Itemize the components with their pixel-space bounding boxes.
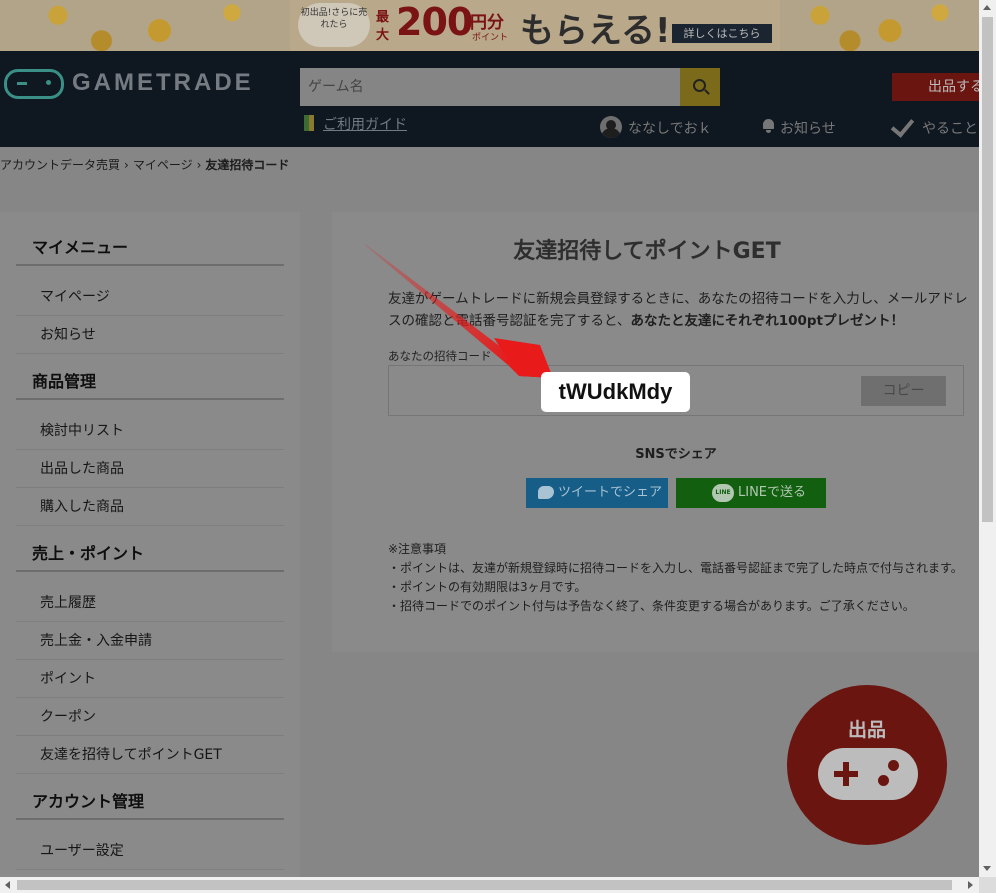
dpad-shape <box>834 762 858 786</box>
search-button[interactable] <box>680 68 720 106</box>
promo-banner[interactable]: 初出品!さらに売れたら 最 大 200 円分 ポイント もらえる! 詳しくはこち… <box>0 0 979 51</box>
gamepad-button-shape <box>888 760 899 771</box>
user-name-link[interactable]: ななしでおｋ <box>628 118 712 138</box>
scroll-right-arrow-icon[interactable] <box>968 881 973 889</box>
breadcrumb-mypage[interactable]: マイページ <box>133 158 193 172</box>
banner-point-word: ポイント <box>472 33 509 43</box>
twitter-bird-icon <box>538 486 554 499</box>
gamepad-logo-icon[interactable] <box>4 69 64 99</box>
horizontal-scroll-thumb[interactable] <box>17 880 952 890</box>
floating-sell-label: 出品 <box>847 719 886 741</box>
banner-max: 最 <box>376 10 390 25</box>
banner-headline: もらえる! <box>520 11 671 51</box>
invite-card: 友達招待してポイントGET 友達がゲームトレードに新規会員登録するときに、あなた… <box>332 212 979 652</box>
scroll-down-arrow-icon[interactable] <box>983 866 991 871</box>
scroll-left-arrow-icon[interactable] <box>5 881 10 889</box>
invite-description: 友達がゲームトレードに新規会員登録するときに、あなたの招待コードを入力し、メール… <box>388 288 970 332</box>
notes-title: ※注意事項 <box>388 542 447 556</box>
note-item: ・ポイントの有効期限は3ヶ月です。 <box>388 580 587 594</box>
sidebar-item-mypage[interactable]: マイページ <box>16 278 284 316</box>
sidebar-item-withdrawal[interactable]: 売上金・入金申請 <box>16 622 284 660</box>
usage-guide-link[interactable]: ご利用ガイド <box>323 114 407 134</box>
sidebar-item-purchased[interactable]: 購入した商品 <box>16 488 284 526</box>
sidebar-section-title: アカウント管理 <box>16 784 284 820</box>
sidebar-item-sales-history[interactable]: 売上履歴 <box>16 584 284 622</box>
beginner-mark-icon <box>304 115 314 131</box>
sell-button[interactable]: 出品する <box>892 73 979 101</box>
breadcrumb-current: 友達招待コード <box>205 158 290 172</box>
breadcrumb-separator: › <box>124 158 129 172</box>
breadcrumb-separator: › <box>196 158 202 172</box>
sidebar-item-listed[interactable]: 出品した商品 <box>16 450 284 488</box>
sidebar-item-notices[interactable]: お知らせ <box>16 316 284 354</box>
page: 初出品!さらに売れたら 最 大 200 円分 ポイント もらえる! 詳しくはこち… <box>0 0 979 877</box>
scroll-up-arrow-icon[interactable] <box>983 5 991 10</box>
sidebar-item-watchlist[interactable]: 検討中リスト <box>16 412 284 450</box>
tweet-share-label: ツイートでシェア <box>558 485 663 500</box>
search-input[interactable] <box>300 68 680 106</box>
note-item: ・招待コードでのポイント付与は予告なく終了、条件変更する場合があります。ご了承く… <box>388 599 915 613</box>
sidebar-section-title: 売上・ポイント <box>16 536 284 572</box>
todo-link[interactable]: やること <box>922 118 978 138</box>
invite-code-label: あなたの招待コード <box>388 349 492 363</box>
line-icon: LINE <box>712 484 734 502</box>
notes-block: ※注意事項 ・ポイントは、友達が新規登録時に招待コードを入力し、電話番号認証まで… <box>388 540 963 616</box>
banner-big: 大 <box>376 28 390 43</box>
banner-details-link[interactable]: 詳しくはこちら <box>672 24 772 43</box>
avatar[interactable] <box>600 116 622 138</box>
invite-description-bold: あなたと友達にそれぞれ100ptプレゼント！ <box>630 313 904 329</box>
sidebar-item-invite-friends[interactable]: 友達を招待してポイントGET <box>16 736 284 774</box>
line-send-button[interactable]: LINE LINEで送る <box>676 478 826 508</box>
sidebar-item-points[interactable]: ポイント <box>16 660 284 698</box>
line-send-label: LINEで送る <box>738 485 807 500</box>
sidebar: マイメニュー マイページ お知らせ 商品管理 検討中リスト 出品した商品 購入し… <box>0 212 300 877</box>
banner-badge: 初出品!さらに売れたら <box>298 3 370 47</box>
breadcrumb: アカウントデータ売買 › マイページ › 友達招待コード <box>0 156 289 173</box>
site-header: GAMETRADE 出品する ご利用ガイド ななしでおｋ お知らせ やること <box>0 51 979 147</box>
coins-decoration-right <box>780 0 979 51</box>
sidebar-item-coupons[interactable]: クーポン <box>16 698 284 736</box>
invite-code-value[interactable]: tWUdkMdy <box>541 372 690 412</box>
check-icon <box>890 113 915 138</box>
search-icon <box>693 79 706 92</box>
sidebar-item-user-settings[interactable]: ユーザー設定 <box>16 832 284 870</box>
notices-link[interactable]: お知らせ <box>780 118 836 138</box>
horizontal-scrollbar[interactable] <box>0 877 979 893</box>
banner-amount: 200 <box>396 0 473 44</box>
tweet-share-button[interactable]: ツイートでシェア <box>526 478 668 508</box>
vertical-scrollbar[interactable] <box>979 0 996 877</box>
sidebar-section-title: 商品管理 <box>16 364 284 400</box>
vertical-scroll-thumb[interactable] <box>982 17 993 522</box>
scrollbar-corner <box>979 877 996 893</box>
floating-sell-button[interactable]: 出品 <box>787 685 947 845</box>
coins-decoration <box>0 0 290 51</box>
gamepad-button-shape <box>878 775 889 786</box>
site-logo[interactable]: GAMETRADE <box>72 69 254 97</box>
bell-icon <box>763 119 774 133</box>
gamepad-icon <box>818 748 918 800</box>
breadcrumb-home[interactable]: アカウントデータ売買 <box>0 158 120 172</box>
copy-button[interactable]: コピー <box>861 376 946 406</box>
page-title: 友達招待してポイントGET <box>513 239 781 264</box>
sns-share-label: SNSでシェア <box>635 447 717 462</box>
sidebar-section-title: マイメニュー <box>16 230 284 266</box>
note-item: ・ポイントは、友達が新規登録時に招待コードを入力し、電話番号認証まで完了した時点… <box>388 561 963 575</box>
